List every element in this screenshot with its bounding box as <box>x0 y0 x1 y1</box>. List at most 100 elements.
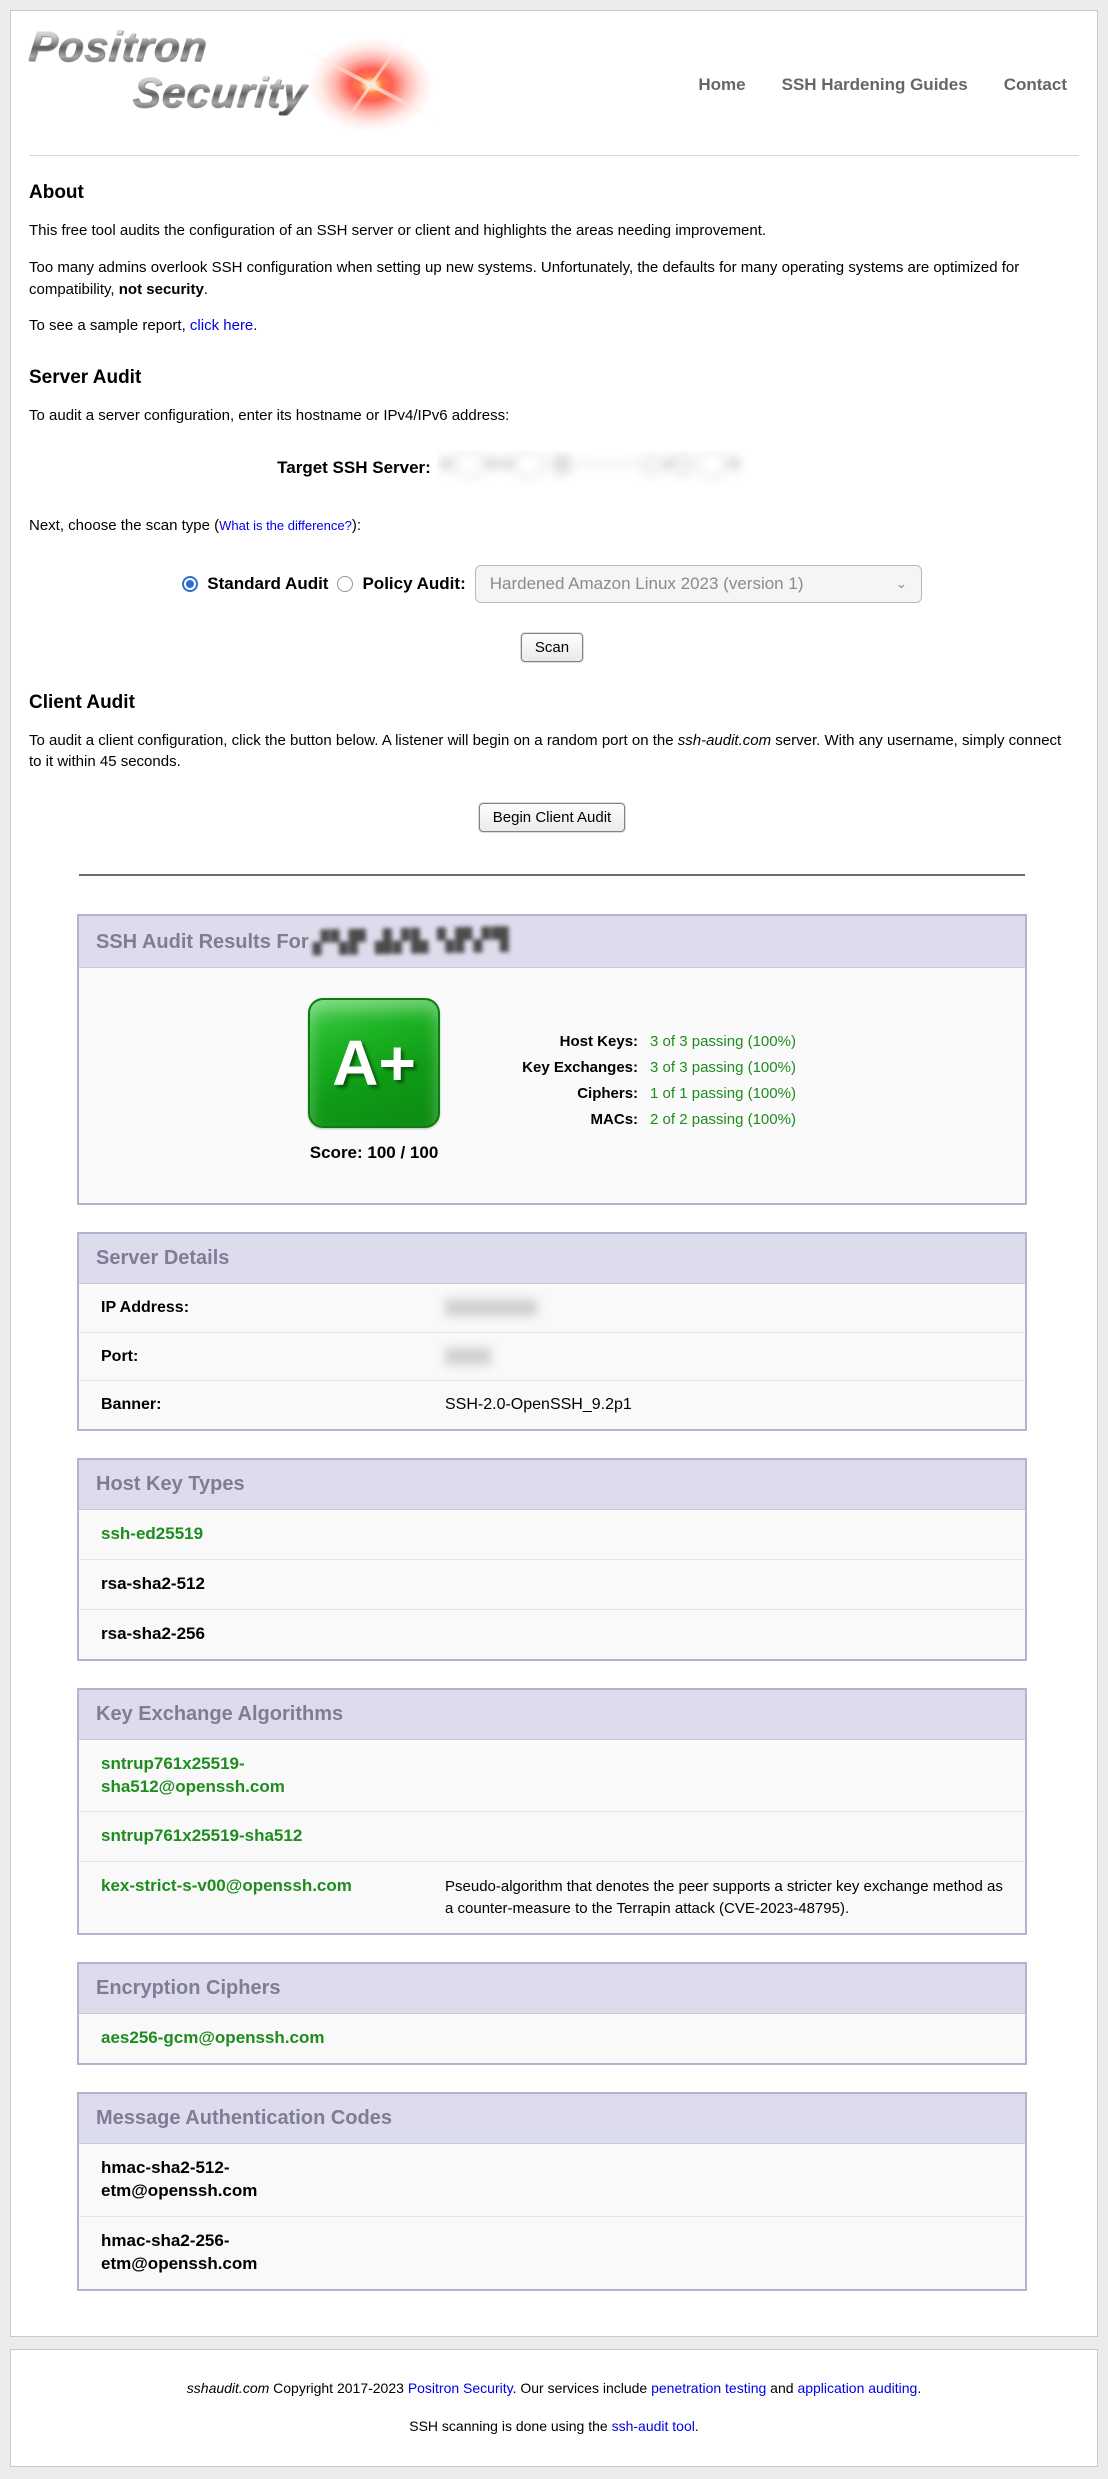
policy-audit-label: Policy Audit: <box>362 574 465 594</box>
key-exchange-rows: sntrup761x25519-sha512@openssh.com sntrup… <box>79 1740 1025 1933</box>
detail-label: Port: <box>95 1346 445 1368</box>
grade-letter: A+ <box>332 1026 416 1100</box>
algorithm-note: Pseudo-algorithm that denotes the peer s… <box>445 1875 1009 1920</box>
algorithm-name: kex-strict-s-v00@openssh.com <box>95 1875 445 1920</box>
text-segment: SSH scanning is done using the <box>409 2418 611 2434</box>
scan-type-options: Standard Audit Policy Audit: Hardened Am… <box>29 565 1075 603</box>
host-key-types-title: Host Key Types <box>96 1473 245 1495</box>
table-row: IP Address: <box>79 1284 1025 1333</box>
stat-label: Ciphers: <box>488 1085 638 1102</box>
nav-link-home[interactable]: Home <box>698 75 745 94</box>
list-item: kex-strict-s-v00@openssh.comPseudo-algor… <box>79 1862 1025 1933</box>
begin-client-audit-button[interactable]: Begin Client Audit <box>479 803 625 832</box>
list-item: sntrup761x25519-sha512 <box>79 1812 1025 1862</box>
list-item: aes256-gcm@openssh.com <box>79 2014 1025 2063</box>
results-title: SSH Audit Results For <box>96 931 309 953</box>
redacted-value <box>445 1348 491 1365</box>
logo-text-positron: Positron <box>27 25 210 69</box>
site-header: Positron Security Home SSH Hardening Guid… <box>11 11 1097 151</box>
policy-select[interactable]: Hardened Amazon Linux 2023 (version 1) ⌄ <box>475 565 922 603</box>
standard-audit-radio[interactable] <box>182 576 198 592</box>
target-ssh-server-input[interactable]: ●◯●●◯ ◉ ─── ◎●)) ◯● <box>437 451 827 485</box>
results-stats: Host Keys: 3 of 3 passing (100%) Key Excha… <box>488 1024 796 1137</box>
score-label: Score: 100 / 100 <box>308 1143 440 1163</box>
text-segment: . <box>695 2418 699 2434</box>
about-paragraph-1: This free tool audits the configuration … <box>29 220 1075 242</box>
macs-rows: hmac-sha2-512-etm@openssh.com hmac-sha2-2… <box>79 2144 1025 2289</box>
inline-link[interactable]: ssh-audit tool <box>612 2418 695 2434</box>
detail-label: IP Address: <box>95 1297 445 1319</box>
page-content: About This free tool audits the configur… <box>11 156 1097 2291</box>
stat-value: 2 of 2 passing (100%) <box>650 1111 796 1128</box>
inline-link[interactable]: penetration testing <box>651 2380 766 2396</box>
host-key-types-box: Host Key Types ssh-ed25519 rsa-sha2-512 rs… <box>77 1458 1027 1661</box>
main-card: Positron Security Home SSH Hardening Guid… <box>10 10 1098 2337</box>
text-segment: . <box>917 2380 921 2396</box>
algorithm-name: rsa-sha2-512 <box>95 1573 445 1596</box>
server-audit-intro: To audit a server configuration, enter i… <box>29 405 1075 427</box>
redacted-value <box>445 1299 537 1316</box>
scan-button[interactable]: Scan <box>521 633 583 662</box>
algorithm-name: sntrup761x25519-sha512 <box>95 1825 445 1848</box>
macs-title: Message Authentication Codes <box>96 2107 392 2129</box>
results-box: SSH Audit Results For ▞▚▛ ▟▞▙ ▚▛▞▜ A+ Sc… <box>77 914 1027 1205</box>
client-audit-paragraph: To audit a client configuration, click t… <box>29 730 1075 774</box>
site-footer: sshaudit.com Copyright 2017-2023 Positro… <box>10 2349 1098 2468</box>
redacted-input-value: ●◯●●◯ ◉ ─── ◎●)) ◯● <box>437 451 741 480</box>
inline-link[interactable]: What is the difference? <box>219 518 352 533</box>
footer-line-2: SSH scanning is done using the ssh-audit… <box>21 2416 1087 2436</box>
list-item: sntrup761x25519-sha512@openssh.com <box>79 1740 1025 1813</box>
detail-label: Banner: <box>95 1394 445 1416</box>
policy-select-value: Hardened Amazon Linux 2023 (version 1) <box>490 574 804 594</box>
text-segment: and <box>766 2380 797 2396</box>
nav-link-ssh-hardening-guides[interactable]: SSH Hardening Guides <box>782 75 968 94</box>
about-paragraph-2: Too many admins overlook SSH configurati… <box>29 257 1075 301</box>
list-item: rsa-sha2-256 <box>79 1610 1025 1659</box>
key-exchange-box: Key Exchange Algorithms sntrup761x25519-… <box>77 1688 1027 1935</box>
target-ssh-server-label: Target SSH Server: <box>277 458 431 478</box>
stat-value: 3 of 3 passing (100%) <box>650 1033 796 1050</box>
algorithm-name: ssh-ed25519 <box>95 1523 445 1546</box>
grade-badge: A+ <box>308 998 440 1128</box>
encryption-ciphers-rows: aes256-gcm@openssh.com <box>79 2014 1025 2063</box>
section-divider <box>79 874 1025 876</box>
text-segment: ): <box>352 517 361 534</box>
target-server-row: Target SSH Server: ●◯●●◯ ◉ ─── ◎●)) ◯● <box>29 451 1075 485</box>
inline-link[interactable]: application auditing <box>797 2380 917 2396</box>
algorithm-name: sntrup761x25519-sha512@openssh.com <box>95 1753 445 1799</box>
redacted-hostname: ▞▚▛ ▟▞▙ ▚▛▞▜ <box>313 927 511 955</box>
policy-audit-radio[interactable] <box>337 576 353 592</box>
server-details-box: Server Details IP Address: Port: Banner:SS… <box>77 1232 1027 1431</box>
client-audit-heading: Client Audit <box>29 692 1075 714</box>
algorithm-name: hmac-sha2-256-etm@openssh.com <box>95 2230 445 2276</box>
logo-text-security: Security <box>131 71 309 115</box>
algorithm-name: rsa-sha2-256 <box>95 1623 445 1646</box>
list-item: ssh-ed25519 <box>79 1510 1025 1560</box>
footer-line-1: sshaudit.com Copyright 2017-2023 Positro… <box>21 2378 1087 2398</box>
table-row: Banner:SSH-2.0-OpenSSH_9.2p1 <box>79 1381 1025 1429</box>
server-details-header: Server Details <box>79 1234 1025 1284</box>
inline-link[interactable]: Positron Security <box>408 2380 513 2396</box>
detail-value: SSH-2.0-OpenSSH_9.2p1 <box>445 1394 632 1416</box>
encryption-ciphers-box: Encryption Ciphers aes256-gcm@openssh.co… <box>77 1962 1027 2065</box>
list-item: hmac-sha2-512-etm@openssh.com <box>79 2144 1025 2217</box>
results-box-header: SSH Audit Results For ▞▚▛ ▟▞▙ ▚▛▞▜ <box>79 916 1025 968</box>
text-segment: . <box>204 281 208 298</box>
list-item: rsa-sha2-512 <box>79 1560 1025 1610</box>
server-details-rows: IP Address: Port: Banner:SSH-2.0-OpenSSH_9… <box>79 1284 1025 1429</box>
stat-label: Key Exchanges: <box>488 1059 638 1076</box>
inline-link[interactable]: click here <box>190 317 253 334</box>
table-row: Port: <box>79 1333 1025 1382</box>
list-item: hmac-sha2-256-etm@openssh.com <box>79 2217 1025 2289</box>
nav-link-contact[interactable]: Contact <box>1004 75 1067 94</box>
standard-audit-label: Standard Audit <box>207 574 328 594</box>
host-key-types-rows: ssh-ed25519 rsa-sha2-512 rsa-sha2-256 <box>79 1510 1025 1659</box>
stat-value: 3 of 3 passing (100%) <box>650 1059 796 1076</box>
macs-box: Message Authentication Codes hmac-sha2-5… <box>77 2092 1027 2291</box>
about-heading: About <box>29 182 1075 204</box>
stat-label: Host Keys: <box>488 1033 638 1050</box>
text-segment: To see a sample report, <box>29 317 190 334</box>
stat-value: 1 of 1 passing (100%) <box>650 1085 796 1102</box>
text-segment: sshaudit.com <box>187 2380 269 2396</box>
text-segment: ssh-audit.com <box>678 732 771 749</box>
